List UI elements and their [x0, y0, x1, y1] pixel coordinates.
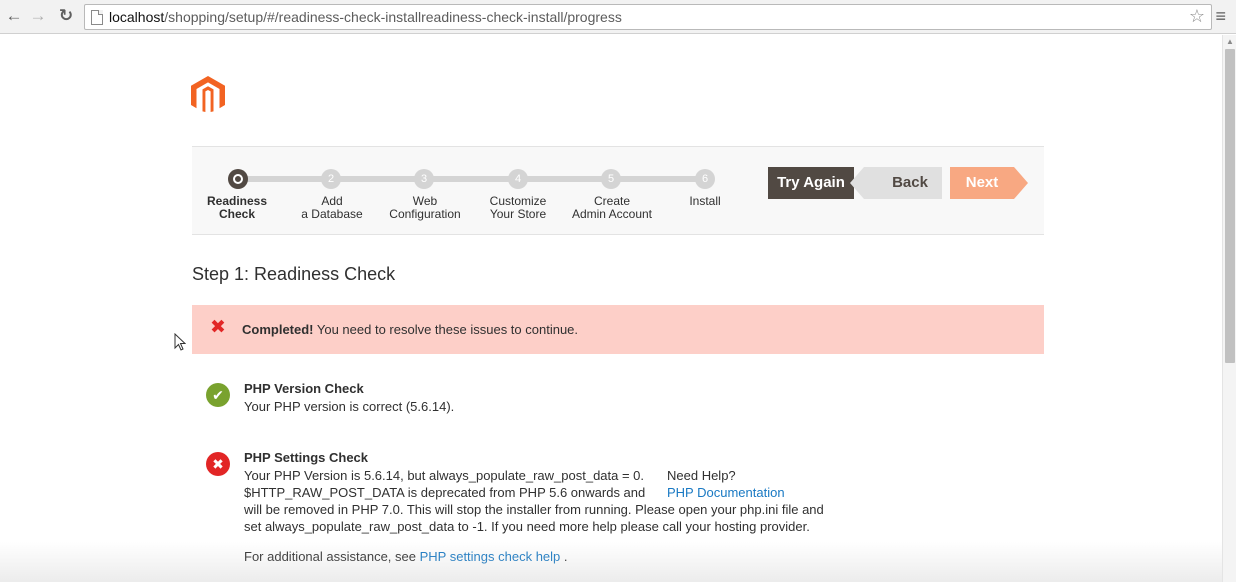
- setup-progress-bar: 2 3 4 5 6 Readiness Check Add a Database…: [192, 146, 1044, 235]
- error-x-icon: ✖: [206, 452, 230, 476]
- page-title: Step 1: Readiness Check: [192, 264, 396, 284]
- back-arrow-icon[interactable]: ←: [4, 6, 24, 26]
- check-title: PHP Settings Check: [244, 450, 369, 465]
- check-body-line: Your PHP Version is 5.6.14, but always_p…: [244, 468, 645, 483]
- page-scrollbar[interactable]: ▲: [1222, 35, 1236, 582]
- back-button[interactable]: Back: [850, 167, 942, 199]
- url-host: localhost: [109, 9, 165, 25]
- php-documentation-link[interactable]: PHP Documentation: [667, 484, 785, 501]
- check-body-line: will be removed in PHP 7.0. This will st…: [244, 502, 824, 517]
- step-dot-database: 2: [321, 169, 341, 189]
- browser-toolbar: ← → ↻ localhost/shopping/setup/#/readine…: [0, 0, 1236, 34]
- reload-icon[interactable]: ↻: [56, 6, 76, 26]
- check-body-line: $HTTP_RAW_POST_DATA is deprecated from P…: [244, 485, 646, 500]
- check-body: Your PHP version is correct (5.6.14).: [244, 399, 455, 414]
- scrollbar-thumb[interactable]: [1225, 49, 1235, 363]
- step-label-line: Configuration: [389, 207, 461, 221]
- step-label-database: Add a Database: [282, 195, 382, 221]
- url-path: /shopping/setup/#/readiness-check-instal…: [164, 9, 622, 25]
- step-label-line: Add: [321, 194, 343, 208]
- step-dot-install: 6: [695, 169, 715, 189]
- step-label-line: Check: [218, 207, 256, 221]
- step-label-line: Readiness: [206, 194, 268, 208]
- step-dot-store: 4: [508, 169, 528, 189]
- step-label-web: Web Configuration: [375, 195, 475, 221]
- try-again-button[interactable]: Try Again: [768, 167, 854, 199]
- checkmark-icon: ✔: [206, 383, 230, 407]
- forward-arrow-icon[interactable]: →: [28, 6, 48, 26]
- error-message-bold: Completed!: [242, 322, 314, 337]
- step-label-line: Web: [412, 194, 438, 208]
- step-label-line: Create: [593, 194, 631, 208]
- step-label-line: a Database: [301, 207, 363, 221]
- step-label-line: Admin Account: [571, 207, 653, 221]
- step-dot-admin: 5: [601, 169, 621, 189]
- step-dot-readiness: [228, 169, 248, 189]
- progress-track: [238, 176, 704, 182]
- need-help-label: Need Help?: [667, 468, 736, 483]
- assist-prefix: For additional assistance, see: [244, 549, 420, 564]
- assist-suffix: .: [560, 549, 568, 564]
- step-label-line: Customize: [489, 194, 547, 208]
- php-version-check: ✔ PHP Version Check Your PHP version is …: [206, 381, 1046, 421]
- address-bar[interactable]: localhost/shopping/setup/#/readiness-che…: [84, 4, 1212, 30]
- php-settings-help-link[interactable]: PHP settings check help: [420, 549, 561, 564]
- step-label-install: Install: [655, 195, 755, 208]
- magento-logo-icon: [191, 76, 225, 112]
- url-text: localhost/shopping/setup/#/readiness-che…: [109, 9, 622, 25]
- additional-assistance-text: For additional assistance, see PHP setti…: [244, 548, 568, 565]
- php-settings-check: ✖ PHP Settings Check Your PHP Version is…: [206, 450, 1046, 575]
- close-x-icon: ✖: [210, 317, 226, 338]
- next-button[interactable]: Next: [950, 167, 1028, 199]
- error-message-text: Completed! You need to resolve these iss…: [242, 322, 578, 337]
- step-dot-web: 3: [414, 169, 434, 189]
- page-icon: [91, 10, 103, 25]
- bookmark-star-icon[interactable]: ☆: [1189, 6, 1205, 27]
- check-title: PHP Version Check: [244, 381, 364, 396]
- step-label-line: Install: [689, 194, 721, 208]
- step-label-store: Customize Your Store: [468, 195, 568, 221]
- error-message-banner: ✖ Completed! You need to resolve these i…: [192, 305, 1044, 354]
- step-label-readiness: Readiness Check: [187, 195, 287, 221]
- error-message-body: You need to resolve these issues to cont…: [313, 322, 579, 337]
- check-body-line: set always_populate_raw_post_data to -1.…: [244, 519, 810, 534]
- step-label-line: Your Store: [489, 207, 547, 221]
- mouse-cursor-icon: [174, 333, 186, 351]
- scroll-up-icon[interactable]: ▲: [1226, 37, 1234, 46]
- browser-menu-icon[interactable]: ≡: [1215, 6, 1226, 27]
- step-label-admin: Create Admin Account: [562, 195, 662, 221]
